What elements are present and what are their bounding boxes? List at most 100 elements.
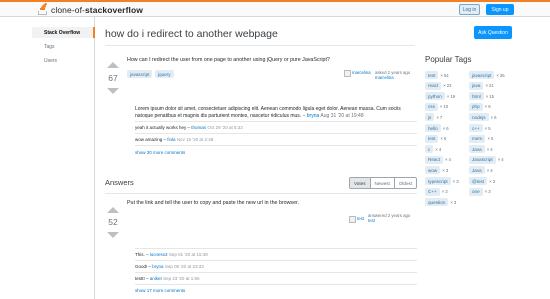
answer-sort-tabs: Votes Newest Oldest [349,177,418,189]
popular-tag-count: 3 [453,199,457,205]
upvote-arrow-icon[interactable] [107,62,119,68]
popular-tag-row: one × 3 [469,187,491,196]
popular-tag[interactable]: nodejs [469,113,489,122]
popular-tag[interactable]: Javascript [469,155,496,164]
popular-tag-row: question × 3 [425,198,457,207]
times-icon: × [440,136,443,142]
comment-user-link[interactable]: fiola [167,137,175,142]
times-icon: × [486,146,490,152]
popular-tag-row: mern × 5 [469,134,493,143]
popular-tag-count: 6 [446,125,449,131]
popular-tag[interactable]: Java [469,166,485,175]
comment: testt! – aniket Sep 23 '20 at 1:56 [135,276,200,281]
stack-logo-icon [38,2,48,15]
popular-tag-row: test × 5 [425,134,446,143]
post-text-line: natoque penatibus et magnis dis parturie… [135,113,364,119]
show-more-comments-link[interactable]: show 17 more comments [135,288,185,293]
post-user-link[interactable]: bryna [307,113,320,119]
popular-tag-count: 4 [501,157,504,163]
avatar[interactable] [349,216,356,223]
popular-tag[interactable]: mern [469,134,486,143]
popular-tag[interactable]: React [425,155,444,164]
comment-user-link[interactable]: thomas [191,125,206,130]
popular-tag-row: html × 15 [469,92,494,101]
ask-question-button[interactable]: Ask Question [474,26,512,39]
popular-tag[interactable]: test [425,134,439,143]
downvote-arrow-icon[interactable] [107,232,119,238]
question-author-link[interactable]: marcelina [375,75,410,80]
answer-author-link[interactable]: test [368,218,410,223]
popular-tag-count: 3 [445,167,449,173]
popular-tag[interactable]: python [425,92,445,101]
popular-tag[interactable]: js [425,113,435,122]
sidebar-item-stack-overflow[interactable]: Stack Overflow [32,27,95,38]
popular-tag-row: php × 8 [469,102,491,111]
popular-tag[interactable]: C++ [425,187,440,196]
sort-oldest-tab[interactable]: Oldest [393,178,416,188]
popular-tag[interactable]: css [425,102,438,111]
sort-newest-tab[interactable]: Newest [369,178,394,188]
logo[interactable]: clone-of-stackoverflow [38,2,143,16]
answered-meta: answered 2 years ago test [368,213,410,223]
popular-tag[interactable]: javascript [469,71,495,79]
popular-tag-row: python × 19 [425,92,455,101]
times-icon: × [452,178,456,184]
popular-tag[interactable]: Java [469,145,485,154]
login-button[interactable]: Log in [459,4,480,15]
popular-tag[interactable]: java [469,81,484,90]
popular-tag-row: test × 54 [425,71,449,79]
divider [105,193,417,194]
divider [135,133,417,134]
avatar[interactable] [344,70,351,77]
popular-tag-row: react × 23 [425,81,452,90]
upvote-arrow-icon[interactable] [107,207,119,213]
answer-body: Put the link and tell the user to copy a… [127,200,299,206]
downvote-arrow-icon[interactable] [107,88,119,94]
popular-tag-row: hello × 6 [425,124,449,132]
popular-tag[interactable]: question [425,198,449,207]
divider [105,45,415,46]
comment-user-link[interactable]: locness3 [150,252,168,257]
divider [135,260,417,261]
question-tag[interactable]: javascript [127,70,153,78]
popular-tag-count: 3 [445,189,448,195]
popular-tag[interactable]: wow [425,166,441,175]
page-title: how do i redirect to another webpage [105,28,278,40]
sidebar-item-users[interactable]: Users [32,55,95,66]
popular-tag[interactable]: test [425,71,439,79]
popular-tag-count: 5 [488,125,491,131]
answers-heading: Answers [105,178,134,187]
popular-tag-count: 4 [448,157,451,163]
signup-button[interactable]: Sign up [486,4,514,15]
popular-tag-count: 54 [443,72,449,78]
question-tag[interactable]: jquery [155,70,174,78]
popular-tag[interactable]: c++ [469,124,483,132]
sort-votes-tab[interactable]: Votes [350,178,370,188]
popular-tag-count: 3 [492,178,495,184]
comment-user-link[interactable]: aniket [150,276,162,281]
popular-tag[interactable]: html [469,92,484,101]
popular-tag-count: 21 [488,83,494,89]
popular-tag[interactable]: @test [469,177,488,185]
comment: Good! – bryna Sep 05 '20 at 23:33 [135,264,204,269]
popular-tag-row: Javascript × 4 [469,155,504,164]
comment-user-link[interactable]: bryna [152,264,163,269]
popular-tag[interactable]: react [425,81,442,90]
times-icon: × [496,72,499,78]
times-icon: × [440,72,443,78]
popular-tag[interactable]: typescript [425,177,451,185]
popular-tag[interactable]: c [425,145,434,154]
popular-tag[interactable]: hello [425,124,441,132]
times-icon: × [484,125,488,131]
times-icon: × [442,125,446,131]
sidebar-item-tags[interactable]: Tags [32,41,95,52]
popular-tag-row: @test × 3 [469,177,495,185]
avatar-alt-text: marcelina [352,70,371,75]
sidebar-item-label: Tags [44,43,55,50]
show-more-comments-link[interactable]: show 30 more comments [135,150,185,155]
times-icon: × [446,93,450,99]
avatar-alt-text: test [357,216,364,221]
popular-tag[interactable]: php [469,102,483,111]
times-icon: × [485,93,489,99]
popular-tag[interactable]: one [469,187,483,196]
